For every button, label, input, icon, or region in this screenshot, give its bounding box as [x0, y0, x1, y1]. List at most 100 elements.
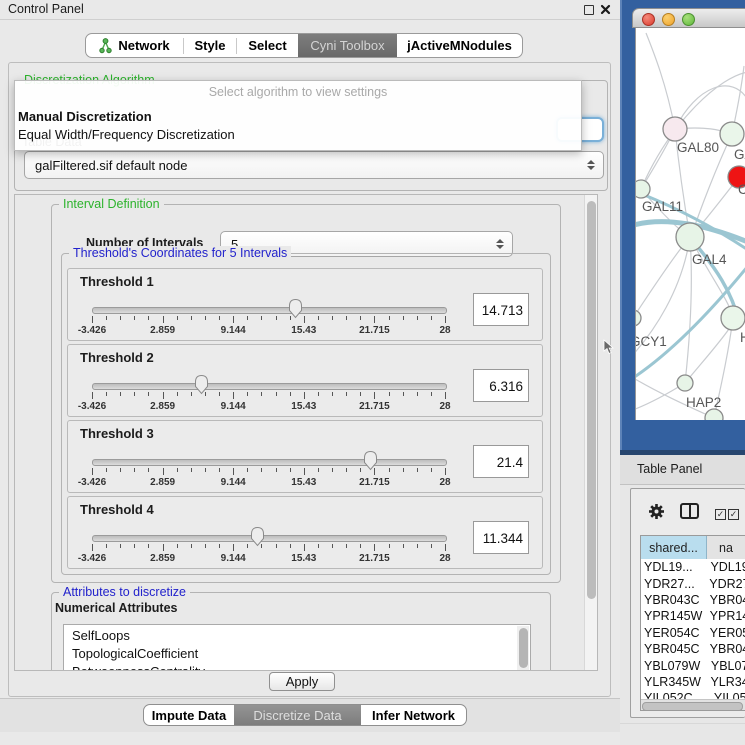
tab-network[interactable]: Network — [86, 34, 183, 57]
column-header-name[interactable]: na — [707, 536, 745, 559]
column-header-shared-name[interactable]: shared... — [641, 536, 707, 559]
tab-style[interactable]: Style — [184, 34, 236, 57]
tab-jactivemnodules[interactable]: jActiveMNodules — [397, 34, 522, 57]
settings-scrollbar-thumb[interactable] — [587, 201, 596, 599]
node[interactable] — [720, 122, 744, 146]
name-cell: YDR27 — [703, 577, 745, 591]
apply-button[interactable]: Apply — [269, 672, 335, 691]
checkbox-checked-icon[interactable]: ✓ — [728, 509, 739, 520]
table-panel-title: Table Panel — [637, 462, 702, 476]
tick — [177, 468, 178, 472]
table-row[interactable]: YBR043CYBR04 — [641, 592, 745, 608]
table-data-combo[interactable]: galFiltered.sif default node — [24, 151, 604, 179]
shared-name-cell: YLR345W — [641, 675, 704, 689]
tick — [318, 316, 319, 320]
attributes-scrollbar-thumb[interactable] — [519, 628, 528, 668]
tick — [290, 316, 291, 320]
node-label: GA — [734, 147, 745, 162]
close-icon[interactable] — [600, 4, 611, 15]
attribute-item[interactable]: TopologicalCoefficient — [72, 645, 530, 663]
tab-impute-data[interactable]: Impute Data — [144, 705, 234, 725]
tab-cyni-toolbox[interactable]: Cyni Toolbox — [298, 34, 397, 57]
numerical-attributes-label: Numerical Attributes — [55, 601, 177, 615]
table-row[interactable]: YBL079WYBL07 — [641, 657, 745, 673]
settings-scrollbar[interactable] — [584, 195, 598, 670]
horizontal-scrollbar-thumb[interactable] — [642, 702, 743, 711]
tick — [92, 468, 93, 475]
network-icon — [99, 38, 112, 54]
window-zoom-traffic-icon[interactable] — [682, 13, 695, 26]
tick — [360, 468, 361, 472]
tab-discretize-data[interactable]: Discretize Data — [234, 705, 361, 725]
gal4-node[interactable] — [676, 223, 704, 251]
tick — [148, 316, 149, 320]
checkbox-checked-icon[interactable]: ✓ — [715, 509, 726, 520]
horizontal-scrollbar[interactable] — [641, 699, 745, 711]
gear-icon[interactable] — [648, 503, 665, 520]
tick — [445, 544, 446, 551]
node[interactable] — [721, 306, 745, 330]
network-edge — [685, 326, 731, 383]
attributes-group-title: Attributes to discretize — [59, 585, 190, 599]
tick — [389, 544, 390, 548]
tab-select[interactable]: Select — [237, 34, 298, 57]
name-cell: YPR14 — [704, 609, 745, 623]
window-minimize-traffic-icon[interactable] — [662, 13, 675, 26]
slider-track[interactable] — [92, 307, 447, 314]
split-columns-icon[interactable] — [680, 503, 699, 519]
popup-option-manual[interactable]: Manual Discretization — [18, 109, 152, 124]
tick — [332, 316, 333, 320]
network-window-titlebar[interactable] — [632, 8, 745, 28]
tab-infer-network[interactable]: Infer Network — [361, 705, 466, 725]
tick — [431, 544, 432, 548]
threshold-value-field[interactable]: 6.316 — [473, 369, 529, 402]
network-graph: GAL80GACGAL11GAL4GCY1HHAP2 — [636, 28, 745, 420]
tick-label: 2.859 — [150, 401, 175, 412]
tick — [290, 392, 291, 396]
tick — [445, 468, 446, 475]
network-canvas[interactable]: GAL80GACGAL11GAL4GCY1HHAP2 — [635, 28, 745, 420]
tick — [163, 544, 164, 551]
window-close-traffic-icon[interactable] — [642, 13, 655, 26]
threshold-value-field[interactable]: 14.713 — [473, 293, 529, 326]
tick — [276, 544, 277, 548]
popup-option-equal-width[interactable]: Equal Width/Frequency Discretization — [18, 127, 235, 142]
table-row[interactable]: YLR345WYLR34 — [641, 674, 745, 690]
tick — [374, 316, 375, 323]
slider-track[interactable] — [92, 459, 447, 466]
attribute-item[interactable]: SelfLoops — [72, 627, 530, 645]
float-icon[interactable] — [584, 5, 594, 15]
attribute-item[interactable]: BetweennessCentrality — [72, 663, 530, 671]
slider-track[interactable] — [92, 535, 447, 542]
node-label: GAL4 — [692, 252, 727, 267]
tick — [247, 544, 248, 548]
table-panel-strip: Table Panel — [620, 455, 745, 485]
gal11-node[interactable] — [636, 180, 650, 198]
table-row[interactable]: YER054CYER05 — [641, 625, 745, 641]
table-row[interactable]: YDL19...YDL19 — [641, 559, 745, 575]
divider-line — [620, 723, 745, 724]
node-label: GAL11 — [642, 199, 683, 214]
name-cell: YER05 — [704, 626, 745, 640]
apply-button-label: Apply — [286, 674, 319, 689]
tick — [233, 392, 234, 399]
hap2-node[interactable] — [677, 375, 693, 391]
gcy1-node[interactable] — [636, 310, 641, 326]
threshold-value-field[interactable]: 11.344 — [473, 521, 529, 554]
numerical-attributes-list[interactable]: SelfLoopsTopologicalCoefficientBetweenne… — [63, 624, 531, 671]
tick — [177, 544, 178, 548]
slider-track[interactable] — [92, 383, 447, 390]
threshold-value-field[interactable]: 21.4 — [473, 445, 529, 478]
tick — [318, 544, 319, 548]
shared-name-cell: YDR27... — [641, 577, 703, 591]
node-label: GAL80 — [677, 140, 719, 155]
tick — [106, 392, 107, 396]
table-row[interactable]: YPR145WYPR14 — [641, 608, 745, 624]
node[interactable] — [705, 409, 723, 420]
table-row[interactable]: YBR045CYBR04 — [641, 641, 745, 657]
table-row[interactable]: YDR27...YDR27 — [641, 575, 745, 591]
gal80-node[interactable] — [663, 117, 687, 141]
attributes-scrollbar[interactable] — [517, 626, 529, 671]
top-tab-bar: Network Style Select Cyni Toolbox jActiv… — [85, 33, 523, 58]
tick — [92, 544, 93, 551]
